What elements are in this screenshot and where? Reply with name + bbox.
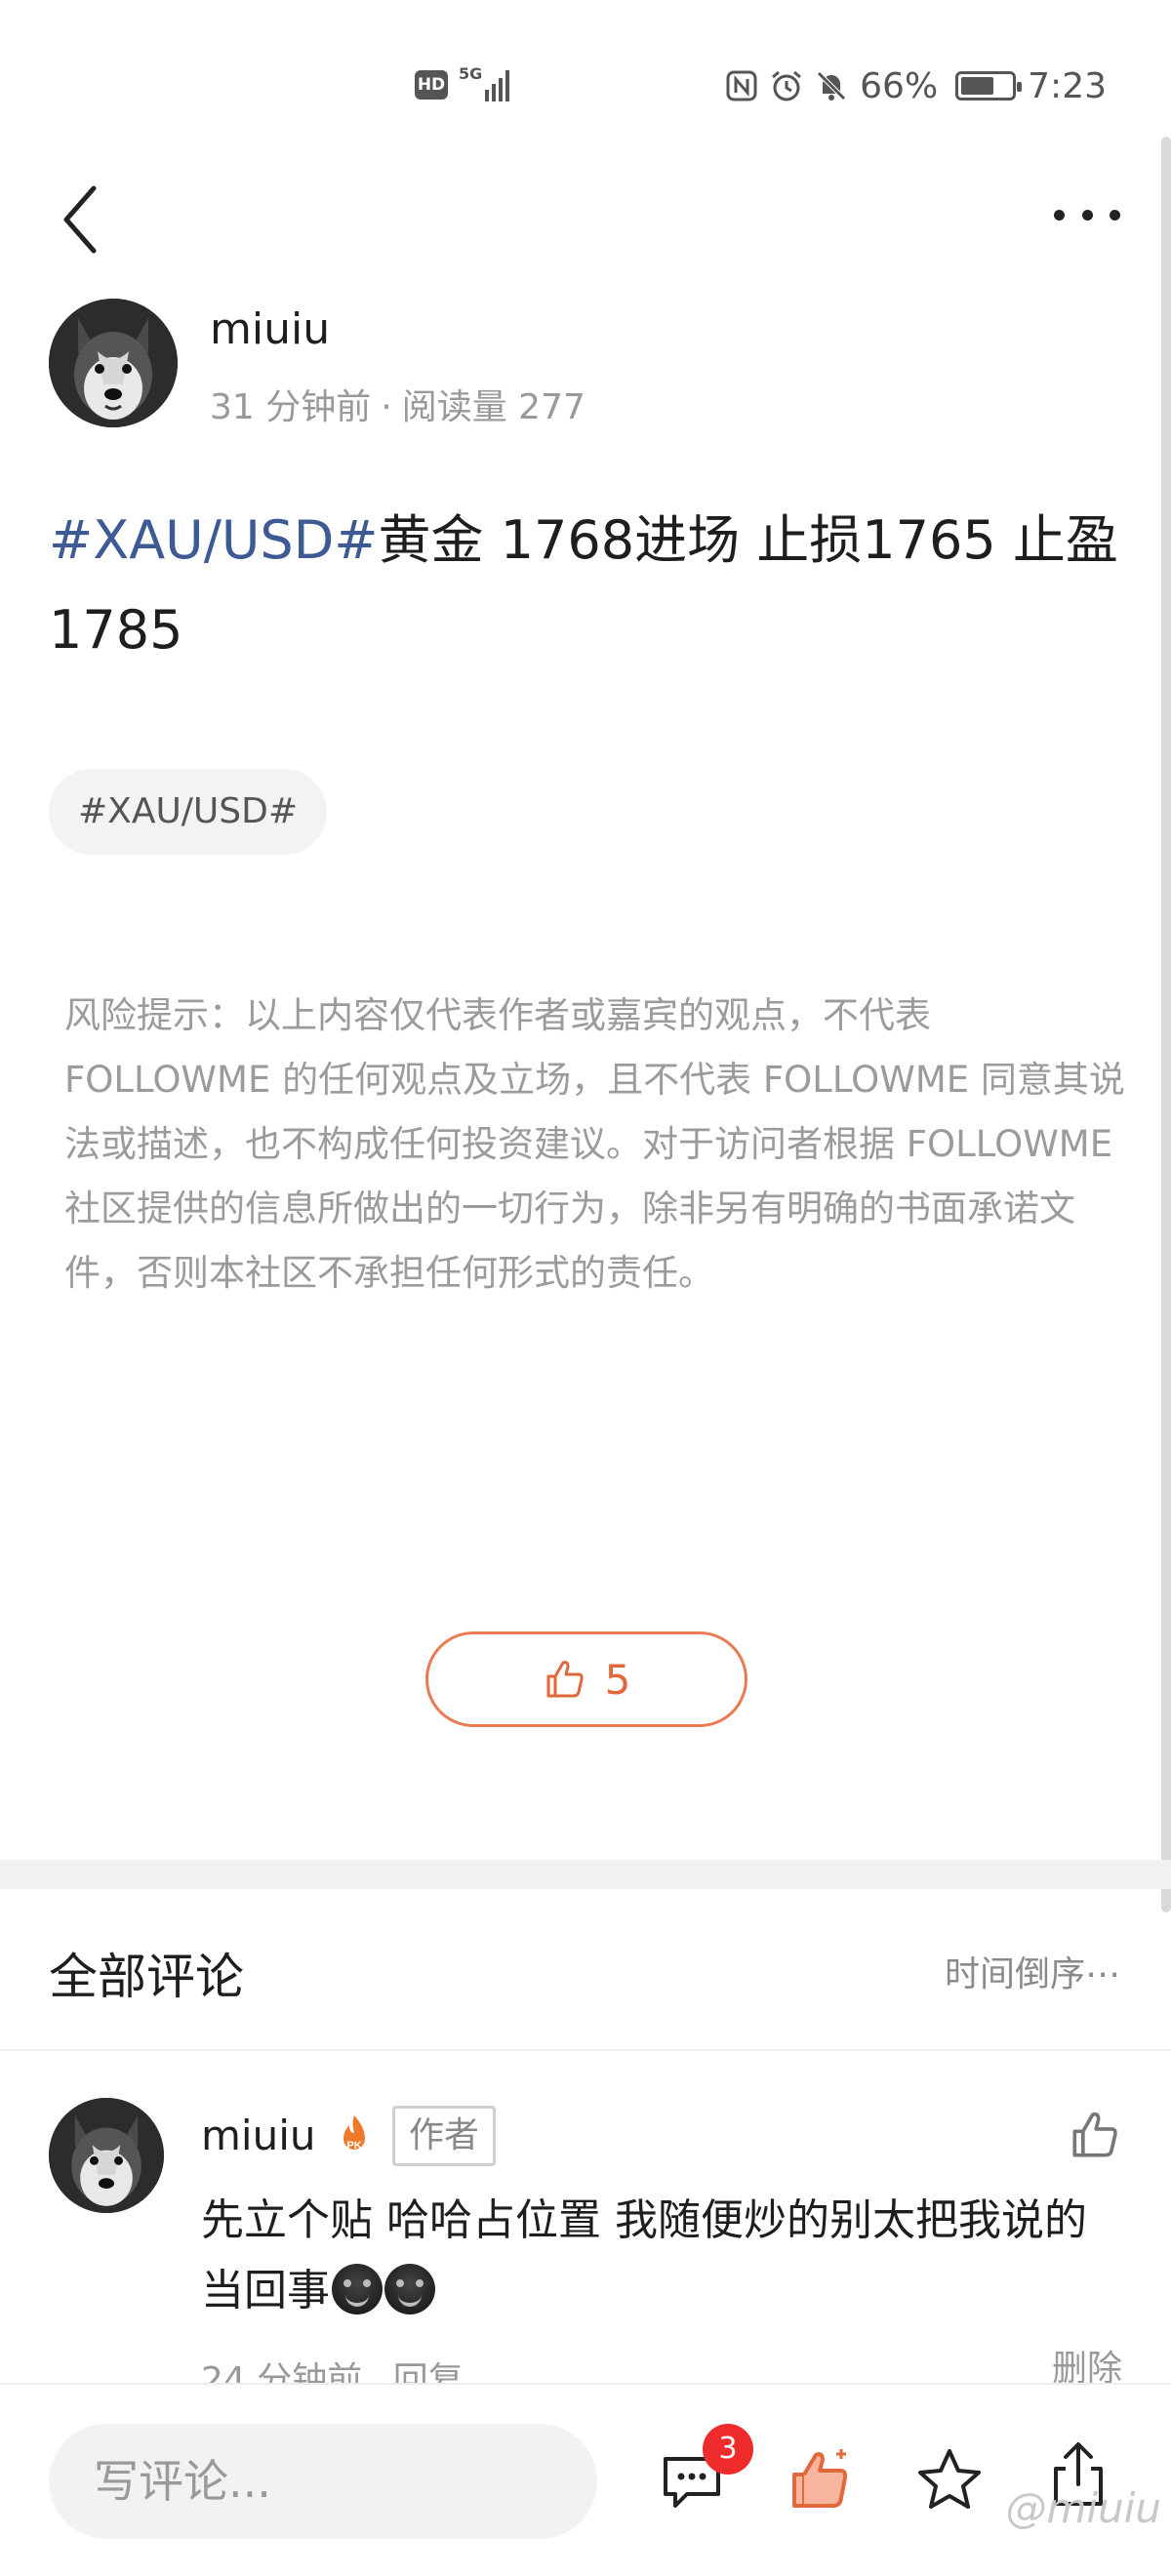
- author-role-tag: 作者: [392, 2106, 497, 2166]
- pk-fire-badge-icon: PK: [343, 2115, 365, 2152]
- section-divider: [0, 1860, 1171, 1889]
- back-arrow-icon[interactable]: [57, 181, 105, 259]
- sort-button[interactable]: 时间倒序⋯: [945, 1946, 1120, 1996]
- signal-icon: [485, 70, 509, 101]
- battery-fill: [961, 77, 994, 95]
- sort-label: 时间倒序: [944, 1954, 1085, 1994]
- comment-text: 先立个贴 哈哈占位置 我随便炒的别太把我说的当回事: [201, 2186, 1109, 2326]
- battery-percent: 66%: [860, 65, 939, 106]
- commenter-name[interactable]: miuiu: [201, 2112, 316, 2159]
- post-meta: 31 分钟前 · 阅读量 277: [210, 379, 586, 429]
- like-button[interactable]: 5: [425, 1631, 747, 1727]
- bottom-action-bar: 写评论... 3 @miuiu: [0, 2383, 1171, 2576]
- read-count: 阅读量 277: [401, 387, 586, 427]
- comment-meta: 24 分钟前 回复: [201, 2352, 464, 2383]
- more-dot: [1081, 209, 1093, 221]
- delete-button[interactable]: 删除: [1052, 2340, 1122, 2383]
- author-avatar[interactable]: [49, 299, 178, 427]
- meta-separator: ·: [381, 387, 392, 427]
- risk-notice: 风险提示：以上内容仅代表作者或嘉宾的观点，不代表 FOLLOWME 的任何观点及…: [64, 994, 1125, 1294]
- scrollbar[interactable]: [1161, 137, 1171, 1912]
- husky-avatar-image: [49, 299, 178, 427]
- ellipsis-icon: ⋯: [1085, 1954, 1120, 1994]
- watermark: @miuiu: [1005, 2484, 1162, 2532]
- smirk-emoji-icon: [384, 2264, 435, 2314]
- comment-time: 24 分钟前: [201, 2360, 363, 2383]
- liked-thumbs-up-icon[interactable]: [787, 2445, 855, 2514]
- alarm-icon: [772, 70, 802, 101]
- commenter-avatar[interactable]: [49, 2098, 164, 2213]
- divider: [0, 2049, 1171, 2051]
- status-bar: HD 5G 66% 7:23: [0, 0, 1171, 146]
- reply-button[interactable]: 回复: [393, 2360, 464, 2383]
- more-dot: [1054, 209, 1065, 221]
- like-count: 5: [604, 1655, 631, 1704]
- thumbs-up-icon: [546, 1661, 584, 1698]
- comments-title: 全部评论: [49, 1949, 244, 2005]
- more-options-button[interactable]: [1048, 195, 1126, 234]
- comment-like-icon[interactable]: [1068, 2108, 1122, 2162]
- more-dot: [1110, 209, 1120, 221]
- battery-icon: [955, 71, 1023, 101]
- smirk-emoji-icon: [332, 2264, 383, 2314]
- network-type: 5G: [459, 64, 483, 83]
- post-time: 31 分钟前: [210, 387, 372, 427]
- post-hashtag[interactable]: #XAU/USD#: [49, 509, 379, 571]
- author-name[interactable]: miuiu: [210, 304, 330, 354]
- husky-avatar-image: [49, 2098, 164, 2213]
- post-content: #XAU/USD#黄金 1768进场 止损1765 止盈1785: [49, 496, 1132, 675]
- clock: 7:23: [1028, 65, 1107, 106]
- nfc-icon: [726, 70, 757, 101]
- status-right: 66% 7:23: [725, 64, 1107, 107]
- comment-input[interactable]: 写评论...: [49, 2424, 597, 2539]
- mute-bell-icon: [817, 71, 846, 101]
- comment-count-badge: 3: [703, 2424, 753, 2475]
- pk-badge-text: PK: [346, 2140, 361, 2152]
- hd-indicator: HD: [415, 70, 448, 100]
- topic-tag-chip[interactable]: #XAU/USD#: [49, 769, 328, 855]
- star-icon[interactable]: [915, 2445, 984, 2514]
